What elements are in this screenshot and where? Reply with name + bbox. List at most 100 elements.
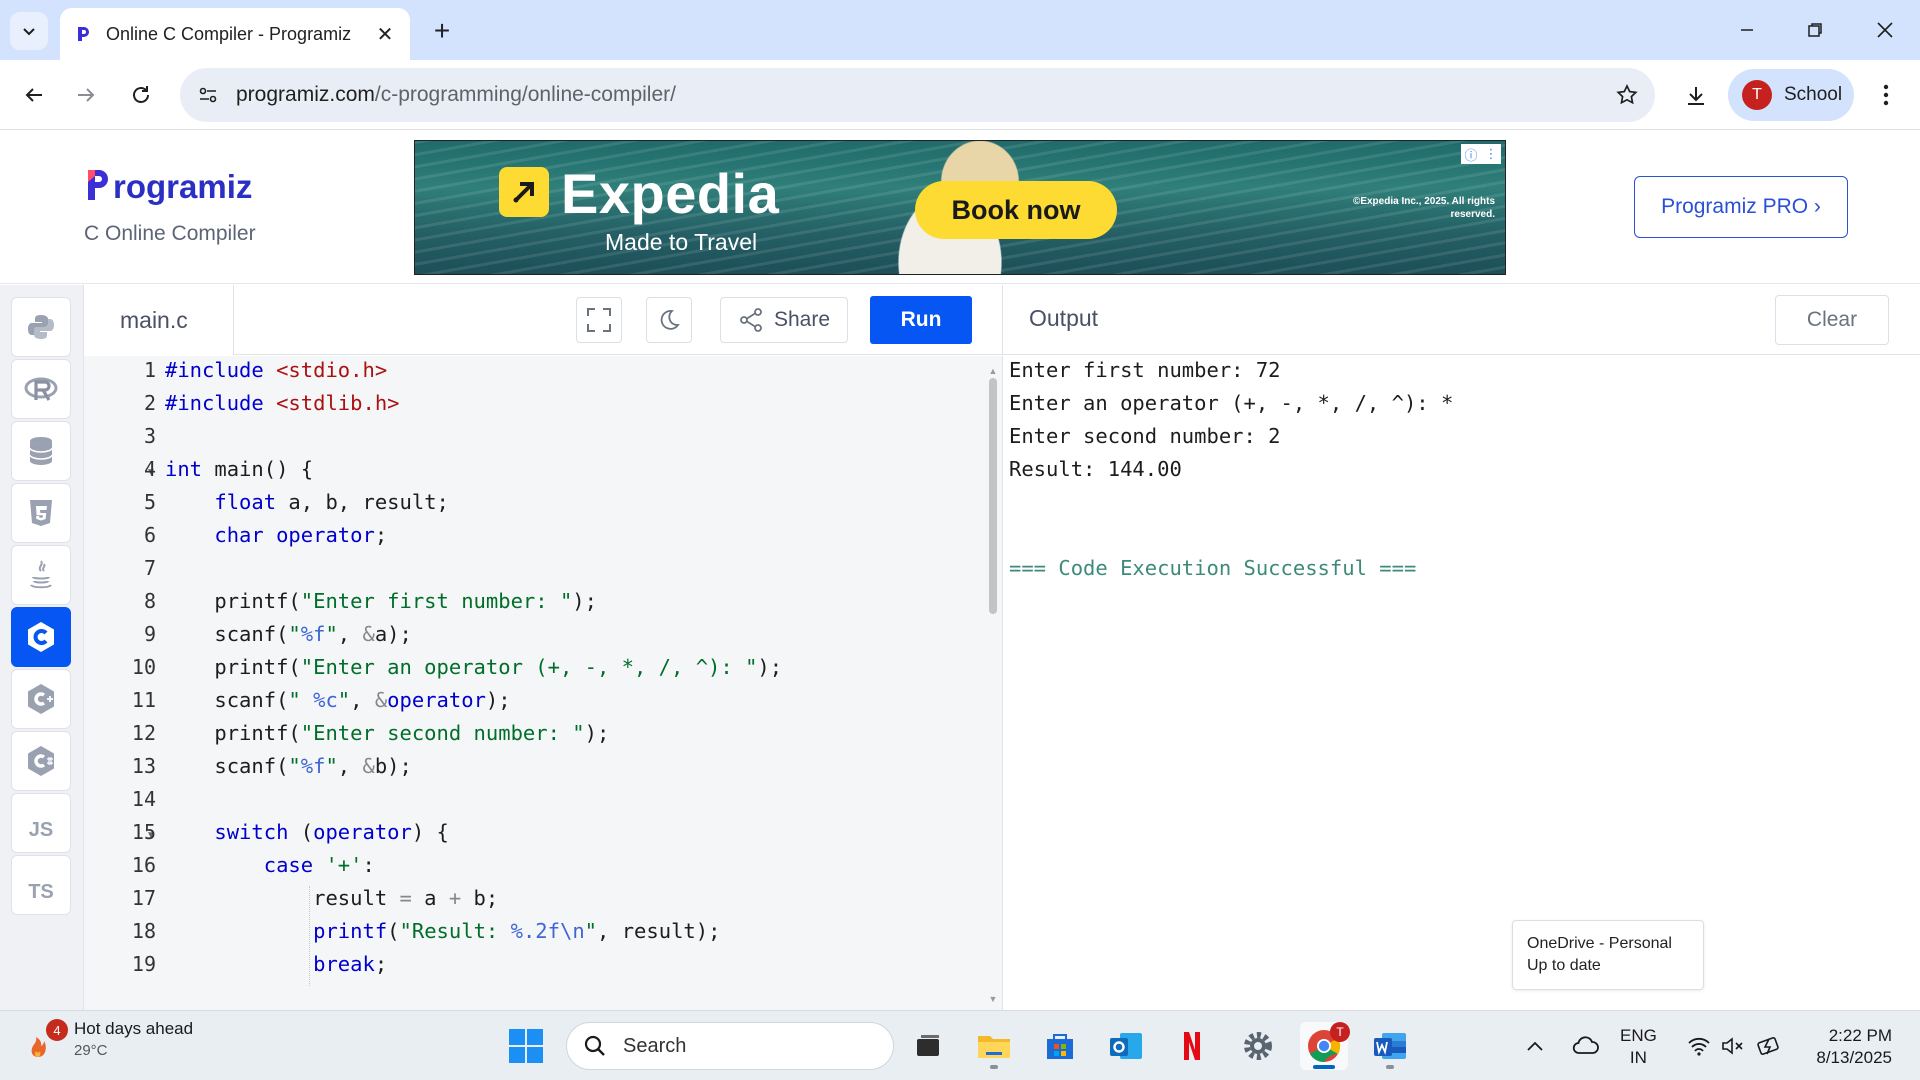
- sidebar-item-js[interactable]: JS: [11, 793, 71, 853]
- bookmark-star-icon[interactable]: [1599, 68, 1655, 122]
- scroll-up-icon[interactable]: ▲: [988, 366, 998, 376]
- onedrive-tray-button[interactable]: [1564, 1011, 1608, 1080]
- sidebar-item-python[interactable]: [11, 297, 71, 357]
- tab-search-button[interactable]: [10, 12, 48, 50]
- sidebar-item-sql[interactable]: [11, 421, 71, 481]
- ad-book-now-button[interactable]: Book now: [915, 181, 1117, 239]
- r-language-icon: [24, 377, 58, 401]
- site-info-icon[interactable]: [180, 68, 236, 122]
- expedia-ad-banner[interactable]: Expedia Made to Travel Book now ©Expedia…: [414, 140, 1506, 275]
- reload-button[interactable]: [121, 75, 161, 115]
- output-line: Enter an operator (+, -, *, /, ^): *: [1009, 391, 1454, 415]
- line-number: 4: [143, 457, 156, 481]
- download-icon: [1688, 87, 1704, 105]
- weather-widget[interactable]: 4 Hot days ahead 29°C: [24, 1019, 193, 1059]
- volume-muted-icon: [1722, 1037, 1743, 1055]
- output-success-line: === Code Execution Successful ===: [1009, 556, 1417, 580]
- sidebar-item-cpp[interactable]: [11, 669, 71, 729]
- downloads-button[interactable]: [1675, 75, 1717, 117]
- word-icon: [1374, 1033, 1406, 1059]
- taskbar-netflix[interactable]: [1168, 1022, 1216, 1070]
- show-hidden-icons-button[interactable]: [1520, 1011, 1550, 1080]
- sidebar-item-html[interactable]: [11, 483, 71, 543]
- sidebar-item-csharp[interactable]: [11, 731, 71, 791]
- taskbar-search[interactable]: Search: [566, 1022, 894, 1070]
- output-console[interactable]: Enter first number: 72 Enter an operator…: [1002, 356, 1920, 1010]
- taskbar-store[interactable]: [1036, 1022, 1084, 1070]
- editor-header: main.c Share Run: [84, 285, 1002, 355]
- volume-tray-button[interactable]: [1718, 1011, 1748, 1080]
- outlook-icon: [1110, 1033, 1142, 1059]
- restore-button[interactable]: [1792, 10, 1838, 50]
- line-number: 2: [143, 391, 156, 415]
- sidebar-item-r[interactable]: [11, 359, 71, 419]
- taskbar-task-view[interactable]: [904, 1022, 952, 1070]
- taskbar-word[interactable]: [1366, 1022, 1414, 1070]
- tab-close-icon[interactable]: ✕: [374, 22, 396, 47]
- line-number: 19: [131, 952, 156, 976]
- line-number: 16: [131, 853, 156, 877]
- back-button[interactable]: [14, 75, 54, 115]
- editor-scrollbar[interactable]: ▲ ▼: [988, 366, 998, 1006]
- close-icon: [1877, 22, 1893, 38]
- output-title: Output: [1029, 305, 1099, 331]
- search-placeholder: Search: [623, 1034, 687, 1057]
- chevron-up-icon: [1527, 1041, 1543, 1051]
- wifi-tray-button[interactable]: [1684, 1011, 1714, 1080]
- minimize-button[interactable]: [1724, 10, 1770, 50]
- code-line: char operator;: [214, 523, 388, 547]
- dark-mode-button[interactable]: [646, 297, 692, 343]
- avatar: T: [1742, 80, 1772, 110]
- programiz-logo-icon: [88, 170, 108, 200]
- forward-button[interactable]: [66, 75, 106, 115]
- line-number: 15: [131, 820, 156, 844]
- clear-button[interactable]: Clear: [1775, 295, 1889, 345]
- programiz-pro-button[interactable]: Programiz PRO ›: [1634, 176, 1848, 238]
- code-line: float a, b, result;: [214, 490, 449, 514]
- share-icon: [740, 308, 762, 332]
- line-number: 7: [143, 556, 156, 580]
- new-tab-button[interactable]: +: [425, 14, 459, 48]
- folder-icon: [978, 1036, 1010, 1058]
- html5-icon: [30, 500, 52, 526]
- browser-toolbar: programiz.com/c-programming/online-compi…: [0, 60, 1920, 130]
- code-editor[interactable]: #include <stdio.h> #include <stdlib.h> i…: [84, 356, 1002, 1010]
- line-number: 17: [131, 886, 156, 910]
- code-line: result = a + b;: [165, 886, 499, 910]
- profile-button[interactable]: T School: [1728, 69, 1854, 121]
- line-number: 3: [143, 424, 156, 448]
- site-header: rogramiz C Online Compiler Expedia Made …: [0, 130, 1920, 284]
- taskbar-settings[interactable]: [1234, 1022, 1282, 1070]
- taskbar-chrome[interactable]: T: [1300, 1022, 1350, 1070]
- task-view-icon: [917, 1035, 939, 1056]
- input-language-indicator[interactable]: ENG IN: [1620, 1025, 1657, 1069]
- restore-icon: [1808, 23, 1822, 37]
- sidebar-item-java[interactable]: [11, 545, 71, 605]
- taskbar-clock[interactable]: 2:22 PM 8/13/2025: [1800, 1025, 1892, 1069]
- sidebar-item-c[interactable]: [11, 607, 71, 667]
- run-button[interactable]: Run: [870, 296, 972, 344]
- sidebar-item-ts[interactable]: TS: [11, 855, 71, 915]
- scrollbar-thumb[interactable]: [989, 378, 997, 614]
- programiz-logo[interactable]: rogramiz: [86, 166, 252, 206]
- browser-menu-button[interactable]: [1866, 75, 1906, 115]
- weather-temp: 29°C: [74, 1042, 108, 1059]
- ad-choices-icon[interactable]: ⓘ ⋮: [1461, 144, 1501, 164]
- share-button[interactable]: Share: [720, 297, 848, 343]
- scroll-down-icon[interactable]: ▼: [988, 994, 998, 1004]
- close-window-button[interactable]: [1862, 10, 1908, 50]
- taskbar-file-explorer[interactable]: [970, 1022, 1018, 1070]
- file-tab-main-c[interactable]: main.c: [84, 285, 234, 355]
- code-line: int main() {: [165, 457, 314, 481]
- line-number: 18: [131, 919, 156, 943]
- browser-tab-active[interactable]: Online C Compiler - Programiz ✕: [60, 8, 410, 60]
- fullscreen-button[interactable]: [576, 297, 622, 343]
- taskbar-outlook[interactable]: [1102, 1022, 1150, 1070]
- indent-guide: [309, 886, 310, 986]
- expedia-logo-icon: [499, 167, 549, 217]
- battery-tray-button[interactable]: [1752, 1011, 1786, 1080]
- lang-line-2: IN: [1629, 1048, 1647, 1067]
- code-line: printf("Enter first number: ");: [165, 589, 597, 613]
- address-bar[interactable]: programiz.com/c-programming/online-compi…: [180, 68, 1655, 122]
- windows-start-icon[interactable]: [508, 1028, 544, 1064]
